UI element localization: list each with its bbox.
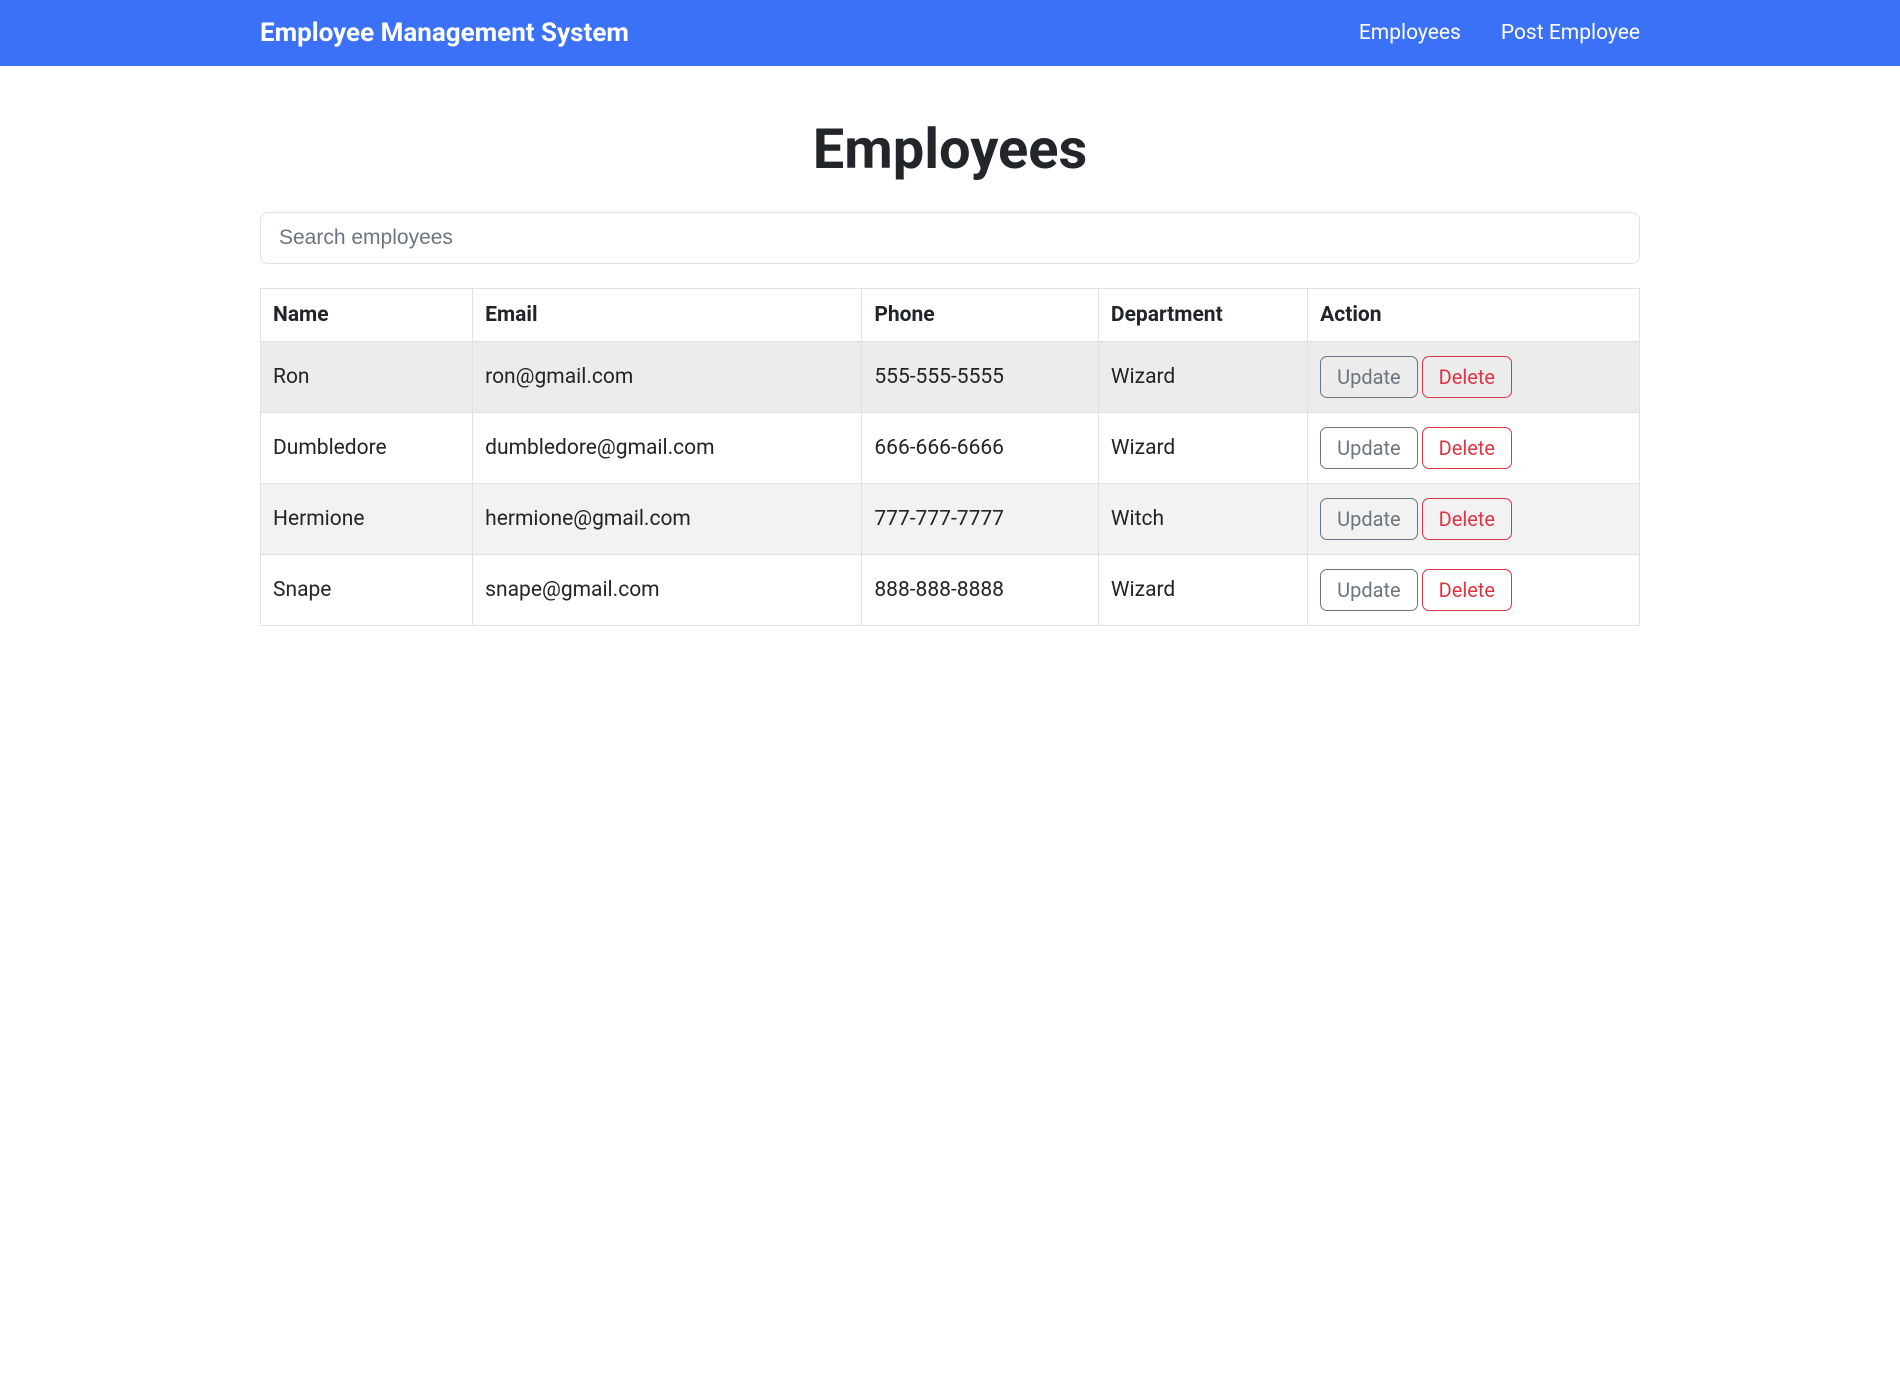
- delete-button[interactable]: Delete: [1422, 498, 1512, 540]
- delete-button[interactable]: Delete: [1422, 356, 1512, 398]
- update-button[interactable]: Update: [1320, 569, 1418, 611]
- search-input[interactable]: [260, 212, 1640, 264]
- cell-name: Dumbledore: [261, 413, 473, 484]
- cell-phone: 555-555-5555: [862, 342, 1099, 413]
- delete-button[interactable]: Delete: [1422, 427, 1512, 469]
- navbar-nav: Employees Post Employee: [1359, 21, 1640, 45]
- col-department: Department: [1098, 289, 1307, 342]
- table-row: Dumbledoredumbledore@gmail.com666-666-66…: [261, 413, 1640, 484]
- col-name: Name: [261, 289, 473, 342]
- table-row: Ronron@gmail.com555-555-5555WizardUpdate…: [261, 342, 1640, 413]
- cell-action: UpdateDelete: [1308, 413, 1640, 484]
- cell-action: UpdateDelete: [1308, 484, 1640, 555]
- cell-department: Witch: [1098, 484, 1307, 555]
- navbar: Employee Management System Employees Pos…: [0, 0, 1900, 66]
- cell-action: UpdateDelete: [1308, 342, 1640, 413]
- table-row: Hermionehermione@gmail.com777-777-7777Wi…: [261, 484, 1640, 555]
- nav-link-employees[interactable]: Employees: [1359, 21, 1461, 45]
- table-header-row: Name Email Phone Department Action: [261, 289, 1640, 342]
- cell-name: Hermione: [261, 484, 473, 555]
- cell-phone: 777-777-7777: [862, 484, 1099, 555]
- cell-action: UpdateDelete: [1308, 555, 1640, 626]
- col-action: Action: [1308, 289, 1640, 342]
- update-button[interactable]: Update: [1320, 427, 1418, 469]
- update-button[interactable]: Update: [1320, 356, 1418, 398]
- cell-name: Snape: [261, 555, 473, 626]
- cell-department: Wizard: [1098, 342, 1307, 413]
- employees-table: Name Email Phone Department Action Ronro…: [260, 288, 1640, 626]
- col-phone: Phone: [862, 289, 1099, 342]
- update-button[interactable]: Update: [1320, 498, 1418, 540]
- delete-button[interactable]: Delete: [1422, 569, 1512, 611]
- cell-phone: 666-666-6666: [862, 413, 1099, 484]
- cell-phone: 888-888-8888: [862, 555, 1099, 626]
- col-email: Email: [473, 289, 862, 342]
- cell-department: Wizard: [1098, 555, 1307, 626]
- table-row: Snapesnape@gmail.com888-888-8888WizardUp…: [261, 555, 1640, 626]
- cell-email: dumbledore@gmail.com: [473, 413, 862, 484]
- cell-email: ron@gmail.com: [473, 342, 862, 413]
- main-container: Employees Name Email Phone Department Ac…: [130, 116, 1770, 626]
- cell-name: Ron: [261, 342, 473, 413]
- cell-department: Wizard: [1098, 413, 1307, 484]
- page-title: Employees: [260, 116, 1640, 182]
- navbar-brand[interactable]: Employee Management System: [260, 18, 629, 48]
- cell-email: snape@gmail.com: [473, 555, 862, 626]
- nav-link-post-employee[interactable]: Post Employee: [1501, 21, 1640, 45]
- cell-email: hermione@gmail.com: [473, 484, 862, 555]
